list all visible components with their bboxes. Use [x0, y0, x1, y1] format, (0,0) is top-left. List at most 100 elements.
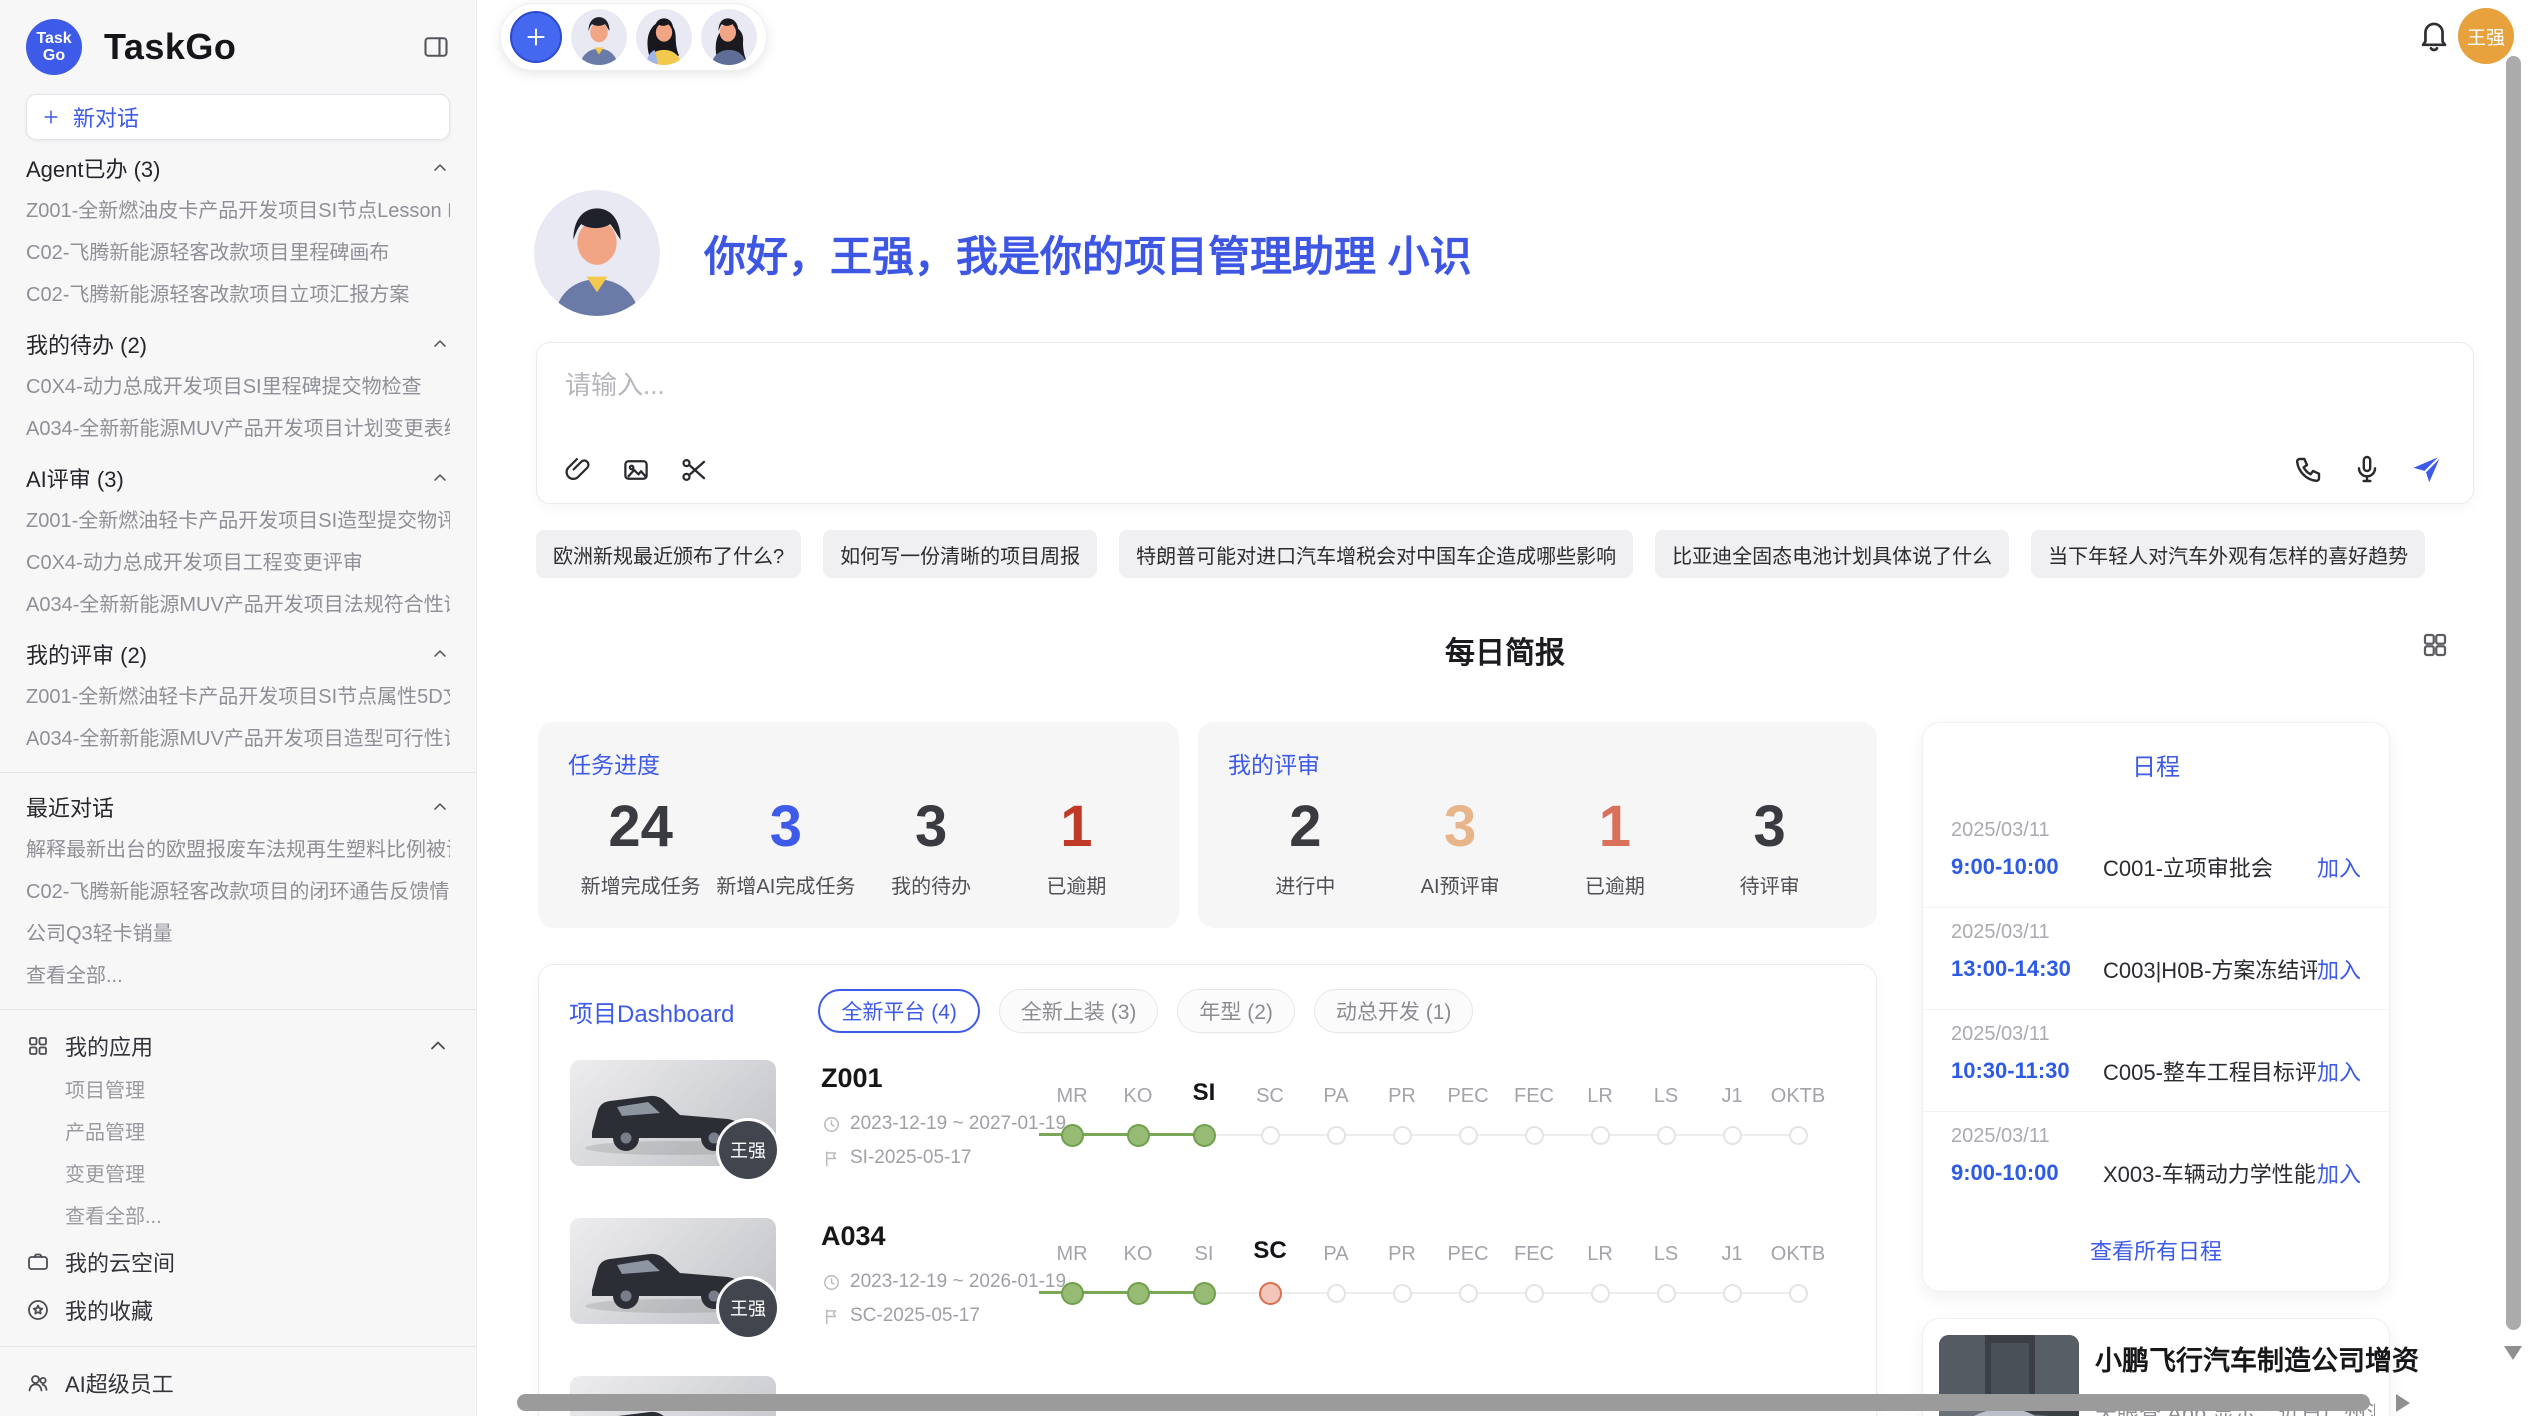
- sidebar-section-header[interactable]: AI评审 (3): [26, 456, 450, 500]
- member-avatar[interactable]: [571, 9, 627, 65]
- dashboard-tab[interactable]: 年型 (2): [1177, 989, 1295, 1033]
- suggestion-chip[interactable]: 如何写一份清晰的项目周报: [823, 530, 1097, 578]
- milestone-dot: [1657, 1126, 1676, 1145]
- suggestion-chip[interactable]: 当下年轻人对汽车外观有怎样的喜好趋势: [2031, 530, 2425, 578]
- suggestion-chip[interactable]: 特朗普可能对进口汽车增税会对中国车企造成哪些影响: [1119, 530, 1633, 578]
- schedule-date: 2025/03/11: [1951, 1010, 2361, 1046]
- sidebar-collapse-icon[interactable]: [422, 33, 450, 61]
- horizontal-scrollbar-thumb[interactable]: [517, 1394, 2370, 1411]
- suggestion-chip[interactable]: 欧洲新规最近颁布了什么?: [536, 530, 801, 578]
- user-avatar[interactable]: 王强: [2458, 8, 2514, 64]
- scroll-right-arrow-icon[interactable]: [2396, 1394, 2410, 1412]
- notification-bell-icon[interactable]: [2416, 16, 2452, 52]
- milestone-dot: [1459, 1126, 1478, 1145]
- apps-grid-icon: [26, 1034, 50, 1058]
- milestone-label: KO: [1105, 1243, 1171, 1266]
- sidebar-item-ai-staff[interactable]: AI超级员工: [26, 1359, 450, 1407]
- sidebar-task-item[interactable]: C0X4-动力总成开发项目SI里程碑提交物检查: [26, 366, 450, 408]
- stat-value: 1: [1538, 794, 1693, 860]
- recent-chat-item[interactable]: 公司Q3轻卡销量: [26, 913, 450, 955]
- member-avatar[interactable]: [636, 9, 692, 65]
- milestone-dot: [1525, 1126, 1544, 1145]
- dashboard-tab[interactable]: 全新平台 (4): [818, 989, 980, 1033]
- stats-card: 我的评审2进行中3AI预评审1已逾期3待评审: [1198, 722, 1877, 928]
- view-all-apps-link[interactable]: 查看全部...: [26, 1196, 450, 1238]
- stat-metric: 1已逾期: [1004, 794, 1149, 899]
- sidebar-item-favorite[interactable]: 我的收藏: [26, 1286, 450, 1334]
- sidebar-task-item[interactable]: C02-飞腾新能源轻客改款项目立项汇报方案: [26, 274, 450, 316]
- flag-icon: [822, 1149, 841, 1168]
- milestone-track: MRKOSISCPAPRPECFECLRLSJ1OKTB: [1039, 1033, 1839, 1191]
- sidebar-task-item[interactable]: C0X4-动力总成开发项目工程变更评审: [26, 542, 450, 584]
- stat-value: 3: [1383, 794, 1538, 860]
- app-sub-item[interactable]: 项目管理: [26, 1070, 450, 1112]
- stat-label: 我的待办: [859, 870, 1004, 899]
- send-icon[interactable]: [2409, 451, 2445, 487]
- schedule-item: 2025/03/1113:00-14:30C003|H0B-方案冻结评审加入: [1923, 908, 2389, 1010]
- project-owner-badge: 王强: [719, 1121, 777, 1179]
- join-meeting-link[interactable]: 加入: [2317, 1055, 2361, 1087]
- join-meeting-link[interactable]: 加入: [2317, 953, 2361, 985]
- sidebar-item-my-apps[interactable]: 我的应用: [26, 1022, 450, 1070]
- sidebar-recent-header[interactable]: 最近对话: [26, 785, 450, 829]
- member-avatar[interactable]: [701, 9, 757, 65]
- flag-icon: [822, 1307, 841, 1326]
- sidebar-task-item[interactable]: C02-飞腾新能源轻客改款项目里程碑画布: [26, 232, 450, 274]
- sidebar-task-item[interactable]: Z001-全新燃油皮卡产品开发项目SI节点Lesson Learn报告: [26, 190, 450, 232]
- milestone-dot: [1789, 1126, 1808, 1145]
- view-all-schedule-link[interactable]: 查看所有日程: [1923, 1234, 2389, 1266]
- new-chat-button[interactable]: 新对话: [26, 94, 450, 140]
- cloud-space-icon: [26, 1250, 50, 1274]
- input-action-tools: [2293, 451, 2445, 487]
- sidebar-section-header[interactable]: 我的评审 (2): [26, 632, 450, 676]
- clock-icon: [822, 1273, 841, 1292]
- phone-icon[interactable]: [2293, 453, 2325, 485]
- image-icon[interactable]: [621, 455, 651, 485]
- milestone-track: MRKOSISCPAPRPECFECLRLSJ1OKTB: [1039, 1191, 1839, 1349]
- milestone-label: PA: [1303, 1085, 1369, 1108]
- dashboard-tab[interactable]: 动总开发 (1): [1314, 989, 1474, 1033]
- join-meeting-link[interactable]: 加入: [2317, 1157, 2361, 1189]
- microphone-icon[interactable]: [2351, 453, 2383, 485]
- chat-input[interactable]: [563, 363, 1967, 429]
- view-all-chats-link[interactable]: 查看全部...: [26, 955, 450, 997]
- sidebar-menu: 我的云空间我的收藏: [26, 1238, 450, 1334]
- milestone-dot: [1459, 1284, 1478, 1303]
- app-sub-item[interactable]: 变更管理: [26, 1154, 450, 1196]
- sidebar-task-item[interactable]: A034-全新新能源MUV产品开发项目计划变更表编写: [26, 408, 450, 450]
- sidebar-task-item[interactable]: Z001-全新燃油轻卡产品开发项目SI造型提交物评审: [26, 500, 450, 542]
- sidebar-section-title: 我的评审 (2): [26, 638, 147, 670]
- conversation-avatar-pill: [500, 3, 767, 71]
- sidebar-section-header[interactable]: 我的待办 (2): [26, 322, 450, 366]
- paperclip-icon[interactable]: [563, 455, 593, 485]
- stats-card-title: 我的评审: [1228, 746, 1847, 780]
- milestone-dot: [1393, 1126, 1412, 1145]
- schedule-event-title: C003|H0B-方案冻结评审: [2103, 953, 2317, 985]
- app-sub-item[interactable]: 产品管理: [26, 1112, 450, 1154]
- sidebar-task-item[interactable]: Z001-全新燃油轻卡产品开发项目SI节点属性5D文件评审: [26, 676, 450, 718]
- chevron-up-icon: [430, 797, 450, 817]
- sidebar-item-write[interactable]: 帮我写作: [26, 1407, 450, 1416]
- stat-metric: 2进行中: [1228, 794, 1383, 899]
- chevron-up-icon: [430, 158, 450, 178]
- suggestion-chip[interactable]: 比亚迪全固态电池计划具体说了什么: [1655, 530, 2009, 578]
- dashboard-tab[interactable]: 全新上装 (3): [999, 989, 1159, 1033]
- schedule-card: 日程 2025/03/119:00-10:00C001-立项审批会加入2025/…: [1922, 722, 2390, 1292]
- sidebar-item-cloud-space[interactable]: 我的云空间: [26, 1238, 450, 1286]
- recent-chat-item[interactable]: C02-飞腾新能源轻客改款项目的闭环通告反馈情况: [26, 871, 450, 913]
- layout-grid-icon[interactable]: [2420, 630, 2450, 660]
- vertical-scrollbar-thumb[interactable]: [2506, 56, 2521, 1330]
- sidebar-task-item[interactable]: A034-全新新能源MUV产品开发项目法规符合性评审: [26, 584, 450, 626]
- sidebar-task-item[interactable]: A034-全新新能源MUV产品开发项目造型可行性评审: [26, 718, 450, 760]
- milestone-label: SC: [1237, 1085, 1303, 1108]
- join-meeting-link[interactable]: 加入: [2317, 851, 2361, 883]
- news-title: 小鹏飞行汽车制造公司增资: [2095, 1339, 2419, 1378]
- scroll-down-arrow-icon[interactable]: [2504, 1346, 2522, 1360]
- scissors-icon[interactable]: [679, 455, 709, 485]
- logo-text-top: Task: [36, 30, 71, 47]
- recent-chat-item[interactable]: 解释最新出台的欧盟报废车法规再生塑料比例被调至15%...: [26, 829, 450, 871]
- stat-label: AI预评审: [1383, 870, 1538, 899]
- add-conversation-button[interactable]: [510, 11, 562, 63]
- milestone-dot: [1789, 1284, 1808, 1303]
- sidebar-section-header[interactable]: Agent已办 (3): [26, 146, 450, 190]
